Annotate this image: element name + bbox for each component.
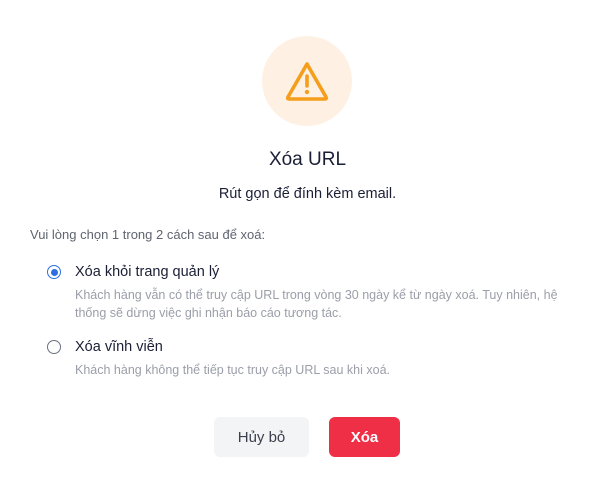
delete-instruction: Vui lòng chọn 1 trong 2 cách sau để xoá: — [30, 227, 266, 242]
option-label: Xóa khỏi trang quản lý — [75, 264, 220, 280]
delete-button[interactable]: Xóa — [329, 417, 400, 457]
option-delete-permanently[interactable]: Xóa vĩnh viễn Khách hàng không thể tiếp … — [47, 337, 565, 379]
warning-badge — [262, 36, 352, 126]
dialog-subtitle: Rút gọn để đính kèm email. — [218, 186, 397, 202]
delete-url-dialog: Xóa URL Rút gọn để đính kèm email. Vui l… — [0, 0, 615, 481]
option-text: Xóa vĩnh viễn Khách hàng không thể tiếp … — [75, 337, 565, 379]
dialog-title: Xóa URL — [268, 149, 347, 170]
option-text: Xóa khỏi trang quản lý Khách hàng vẫn có… — [75, 262, 565, 322]
option-remove-from-management[interactable]: Xóa khỏi trang quản lý Khách hàng vẫn có… — [47, 262, 565, 322]
radio-remove-from-management[interactable] — [47, 265, 61, 279]
option-description: Khách hàng không thể tiếp tục truy cập U… — [75, 363, 391, 377]
cancel-button[interactable]: Hủy bỏ — [214, 417, 309, 457]
option-label: Xóa vĩnh viễn — [75, 339, 163, 355]
warning-triangle-icon — [285, 62, 329, 101]
radio-delete-permanently[interactable] — [47, 340, 61, 354]
option-description: Khách hàng vẫn có thể truy cập URL trong… — [75, 288, 558, 320]
